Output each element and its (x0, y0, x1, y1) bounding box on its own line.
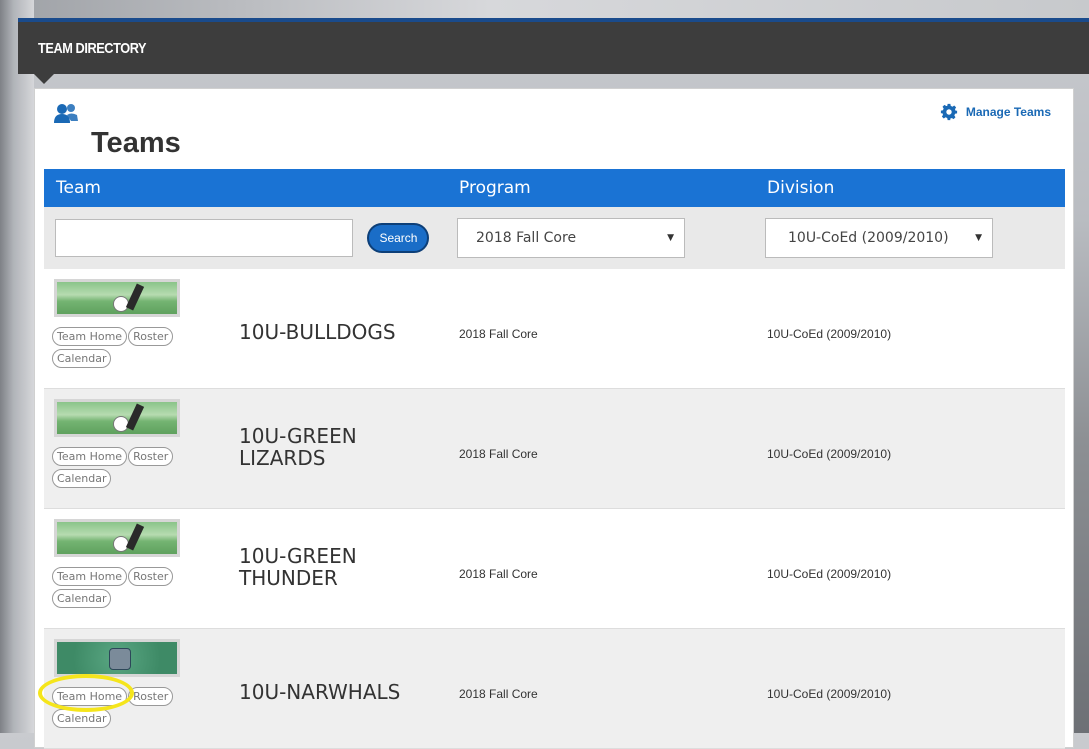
program-select[interactable]: 2018 Fall Core ▼ (457, 218, 685, 258)
team-image[interactable] (54, 639, 180, 677)
team-division: 10U-CoEd (2009/2010) (767, 447, 892, 461)
calendar-button[interactable]: Calendar (52, 709, 112, 728)
table-header-row: Team Program Division (44, 169, 1065, 207)
manage-teams-label[interactable]: Manage Teams (966, 105, 1051, 119)
column-header-team[interactable]: Team (44, 169, 456, 207)
team-cell: Team Home Roster Calendar 10U-GREEN LIZARD… (44, 389, 456, 509)
team-cell: Team Home Roster Calendar 10U-NARWHALS (44, 629, 456, 749)
filter-row: Search 2018 Fall Core ▼ 10U-CoEd (2009/2… (44, 207, 1065, 269)
background-top (0, 0, 1089, 18)
team-cell: Team Home Roster Calendar 10U-GREEN THUNDE… (44, 509, 456, 629)
users-icon (54, 104, 78, 123)
roster-button[interactable]: Roster (128, 687, 174, 706)
team-program: 2018 Fall Core (459, 687, 538, 701)
column-header-program[interactable]: Program (456, 169, 764, 207)
table-row: Team Home Roster Calendar 10U-NARWHALS 201… (44, 628, 1065, 749)
team-name[interactable]: 10U-NARWHALS (239, 681, 429, 703)
team-home-button[interactable]: Team Home (52, 687, 128, 706)
search-button[interactable]: Search (367, 223, 430, 253)
program-select-value: 2018 Fall Core (476, 230, 577, 246)
team-name-line1[interactable]: 10U-NARWHALS (239, 681, 429, 703)
gear-icon (940, 103, 957, 121)
team-name-line1[interactable]: 10U-GREEN (239, 425, 429, 447)
teams-table: Team Program Division Search 2018 Fall C… (44, 169, 1065, 749)
team-links: Team Home Roster Calendar (52, 445, 202, 489)
table-row: Team Home Roster Calendar 10U-GREEN THUNDE… (44, 509, 1065, 629)
team-links: Team Home Roster Calendar (52, 565, 202, 609)
directory-header: TEAM DIRECTORY (18, 18, 1089, 74)
team-home-button[interactable]: Team Home (52, 447, 128, 466)
division-filter-cell: 10U-CoEd (2009/2010) ▼ (764, 207, 1065, 269)
page-title: Teams (91, 127, 181, 159)
team-links: Team Home Roster Calendar (52, 685, 202, 729)
team-home-button[interactable]: Team Home (52, 567, 128, 586)
calendar-button[interactable]: Calendar (52, 349, 112, 368)
team-image[interactable] (54, 519, 180, 557)
manage-teams-link[interactable]: Manage Teams (940, 103, 1051, 121)
header-title: TEAM DIRECTORY (38, 40, 147, 57)
column-header-division[interactable]: Division (764, 169, 1065, 207)
team-name-line2[interactable]: THUNDER (239, 567, 429, 589)
roster-button[interactable]: Roster (128, 567, 174, 586)
team-filter-cell: Search (44, 207, 456, 269)
program-filter-cell: 2018 Fall Core ▼ (456, 207, 764, 269)
calendar-button[interactable]: Calendar (52, 469, 112, 488)
team-links: Team Home Roster Calendar (52, 325, 202, 369)
table-row: Team Home Roster Calendar 10U-GREEN LIZARD… (44, 388, 1065, 509)
team-home-button[interactable]: Team Home (52, 327, 128, 346)
team-image[interactable] (54, 399, 180, 437)
team-program: 2018 Fall Core (459, 447, 538, 461)
team-search-input[interactable] (55, 219, 353, 257)
team-program: 2018 Fall Core (459, 327, 538, 341)
division-select-value: 10U-CoEd (2009/2010) (788, 230, 949, 246)
header-pointer (34, 74, 54, 84)
roster-button[interactable]: Roster (128, 447, 174, 466)
team-cell: Team Home Roster Calendar 10U-BULLDOGS (44, 269, 456, 389)
team-image[interactable] (54, 279, 180, 317)
team-division: 10U-CoEd (2009/2010) (767, 327, 892, 341)
roster-button[interactable]: Roster (128, 327, 174, 346)
team-name-line2[interactable]: LIZARDS (239, 447, 429, 469)
team-division: 10U-CoEd (2009/2010) (767, 567, 892, 581)
division-select[interactable]: 10U-CoEd (2009/2010) ▼ (765, 218, 993, 258)
chevron-down-icon: ▼ (975, 233, 982, 243)
team-division: 10U-CoEd (2009/2010) (767, 687, 892, 701)
team-name[interactable]: 10U-GREEN LIZARDS (239, 425, 429, 469)
chevron-down-icon: ▼ (667, 233, 674, 243)
calendar-button[interactable]: Calendar (52, 589, 112, 608)
teams-panel: Teams Manage Teams Team Program Division… (34, 88, 1074, 749)
team-name-line1[interactable]: 10U-BULLDOGS (239, 321, 429, 343)
team-program: 2018 Fall Core (459, 567, 538, 581)
table-row: Team Home Roster Calendar 10U-BULLDOGS 201… (44, 269, 1065, 389)
team-name[interactable]: 10U-GREEN THUNDER (239, 545, 429, 589)
team-name[interactable]: 10U-BULLDOGS (239, 321, 429, 343)
team-name-line1[interactable]: 10U-GREEN (239, 545, 429, 567)
background-left (0, 0, 34, 733)
